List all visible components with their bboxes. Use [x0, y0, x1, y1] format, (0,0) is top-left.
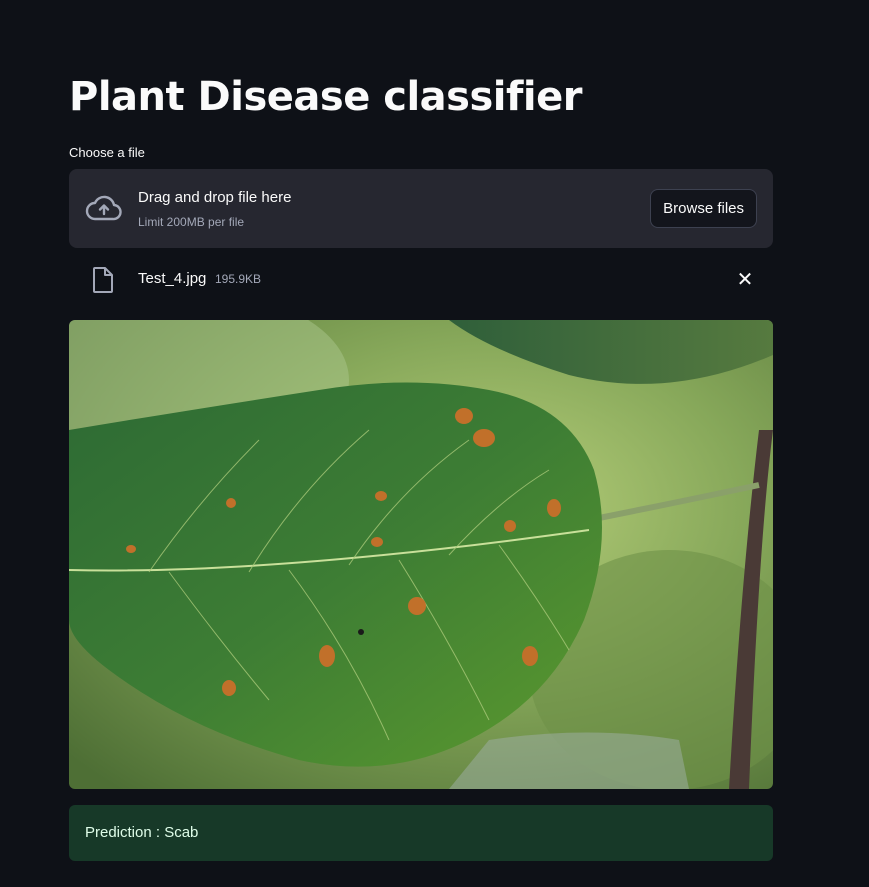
uploaded-file-item: Test_4.jpg 195.9KB ✕: [69, 262, 773, 298]
dropzone-instructions: Drag and drop file here: [138, 189, 292, 206]
browse-files-button[interactable]: Browse files: [650, 189, 757, 228]
file-size: 195.9KB: [215, 272, 262, 286]
app-page: Plant Disease classifier Choose a file D…: [0, 0, 869, 887]
prediction-result: Prediction : Scab: [69, 805, 773, 861]
remove-file-button[interactable]: ✕: [734, 268, 756, 291]
file-dropzone[interactable]: Drag and drop file here Limit 200MB per …: [69, 169, 773, 248]
prediction-text: Prediction : Scab: [85, 824, 199, 841]
uploader-label: Choose a file: [69, 145, 145, 160]
page-title: Plant Disease classifier: [69, 74, 582, 120]
close-icon: ✕: [736, 268, 754, 291]
file-name: Test_4.jpg: [138, 270, 207, 287]
dropzone-limit: Limit 200MB per file: [138, 215, 245, 229]
cloud-upload-icon: [85, 195, 122, 221]
leaf-photo: [69, 320, 773, 789]
uploaded-image: [69, 320, 773, 789]
file-icon: [93, 267, 113, 293]
